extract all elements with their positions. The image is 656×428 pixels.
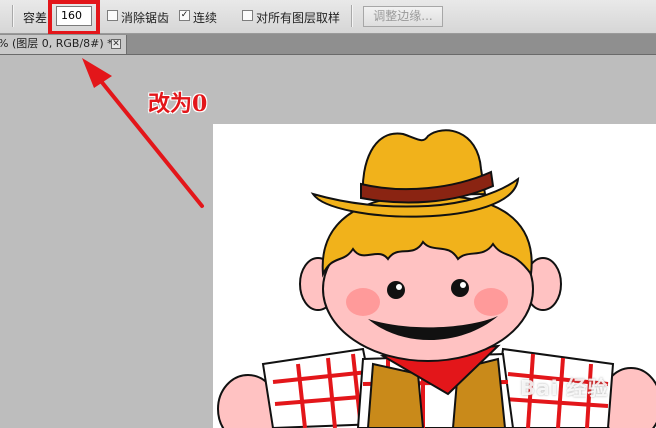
baidu-watermark: Bai 经验 <box>520 376 609 400</box>
annotation-text: 改为0 <box>148 91 208 117</box>
annotation-arrow-icon <box>82 58 204 208</box>
